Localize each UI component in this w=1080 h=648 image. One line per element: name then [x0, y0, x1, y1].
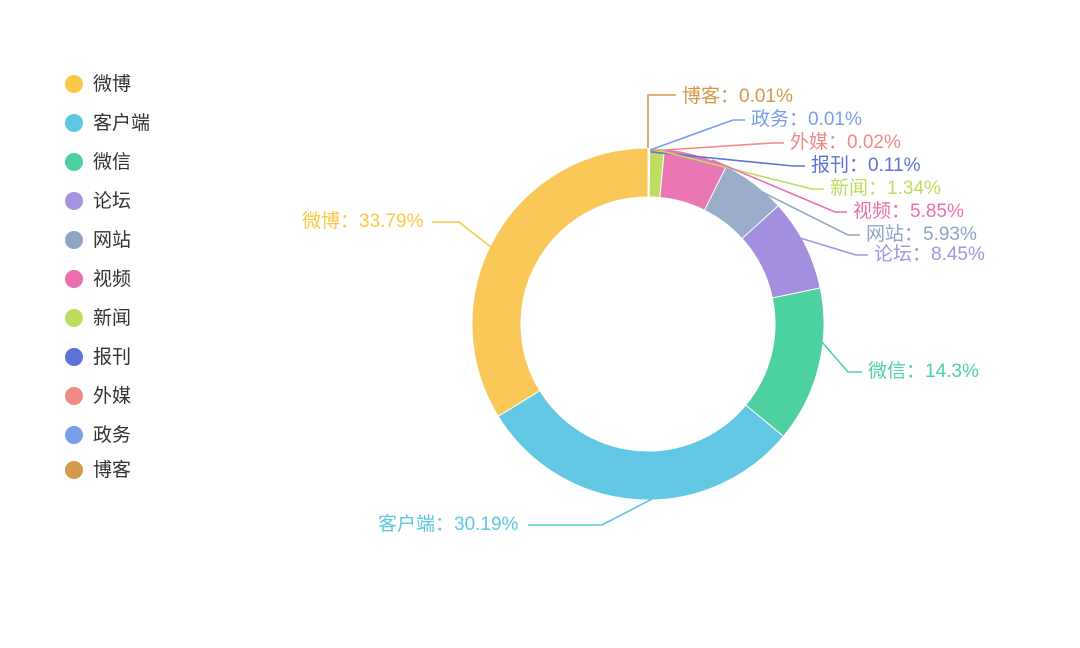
legend-item-label: 网站 — [93, 229, 131, 251]
legend-item-government[interactable]: 政务 — [65, 424, 131, 446]
legend-item-label: 博客 — [93, 459, 131, 481]
legend-marker-icon — [65, 114, 83, 132]
legend-item-news[interactable]: 新闻 — [65, 307, 131, 329]
legend-item-forum[interactable]: 论坛 — [65, 190, 131, 212]
donut-chart-container: 微博 客户端 微信 论坛 网站 视频 新闻 报刊 外媒 政务 博客 博客：0.0… — [0, 0, 1080, 648]
slice-label-blog: 博客：0.01% — [682, 85, 793, 107]
legend-item-website[interactable]: 网站 — [65, 229, 131, 251]
donut-slice[interactable] — [471, 147, 649, 418]
slice-label-client: 客户端：30.19% — [378, 513, 519, 535]
legend-marker-icon — [65, 426, 83, 444]
legend-marker-icon — [65, 192, 83, 210]
slice-label-news: 新闻：1.34% — [830, 177, 941, 199]
slice-label-website: 网站：5.93% — [866, 223, 977, 245]
legend-item-foreign[interactable]: 外媒 — [65, 385, 131, 407]
donut-slice-group — [471, 147, 825, 501]
legend-marker-icon — [65, 153, 83, 171]
legend-item-label: 微博 — [93, 73, 131, 95]
legend-marker-icon — [65, 270, 83, 288]
donut-slice[interactable] — [745, 287, 825, 438]
slice-label-video: 视频：5.85% — [853, 200, 964, 222]
slice-label-forum: 论坛：8.45% — [874, 243, 985, 265]
slice-label-government: 政务：0.01% — [751, 108, 862, 130]
legend-item-video[interactable]: 视频 — [65, 268, 131, 290]
donut-slice[interactable] — [497, 389, 785, 501]
legend-item-label: 论坛 — [93, 190, 131, 212]
legend-item-press[interactable]: 报刊 — [65, 346, 131, 368]
legend-item-blog[interactable]: 博客 — [65, 459, 131, 481]
legend-item-label: 政务 — [93, 424, 131, 446]
leader-line-client — [528, 498, 653, 526]
legend-item-label: 客户端 — [93, 112, 150, 134]
legend: 微博 客户端 微信 论坛 网站 视频 新闻 报刊 外媒 政务 博客 — [65, 73, 150, 481]
legend-marker-icon — [65, 75, 83, 93]
legend-marker-icon — [65, 309, 83, 327]
leader-line-blog — [647, 94, 676, 148]
legend-item-label: 报刊 — [93, 346, 131, 368]
legend-item-label: 视频 — [93, 268, 131, 290]
legend-item-client[interactable]: 客户端 — [65, 112, 150, 134]
legend-item-wechat[interactable]: 微信 — [65, 151, 131, 173]
legend-item-label: 微信 — [93, 151, 131, 173]
legend-marker-icon — [65, 348, 83, 366]
donut-chart-svg: 微博 客户端 微信 论坛 网站 视频 新闻 报刊 外媒 政务 博客 博客：0.0… — [65, 73, 985, 535]
leader-line-forum — [799, 237, 868, 256]
legend-marker-icon — [65, 461, 83, 479]
slice-label-weibo: 微博：33.79% — [302, 210, 424, 232]
leader-line-foreign — [649, 142, 784, 152]
slice-label-wechat: 微信：14.3% — [868, 360, 979, 382]
legend-marker-icon — [65, 231, 83, 249]
leader-line-wechat — [821, 341, 862, 373]
slice-label-press: 报刊：0.11% — [811, 154, 921, 176]
slice-label-foreign: 外媒：0.02% — [790, 131, 901, 153]
legend-item-label: 新闻 — [93, 307, 131, 329]
legend-item-label: 外媒 — [93, 385, 131, 407]
legend-item-weibo[interactable]: 微博 — [65, 73, 131, 95]
legend-marker-icon — [65, 387, 83, 405]
